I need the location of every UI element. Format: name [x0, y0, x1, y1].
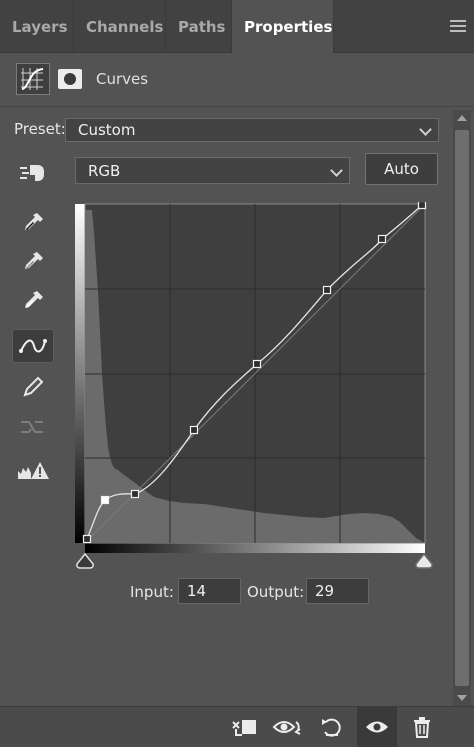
properties-header: Curves [0, 52, 474, 107]
tab-layers[interactable]: Layers [0, 0, 74, 52]
smooth-icon[interactable] [12, 410, 54, 444]
panel-scrollbar[interactable] [453, 110, 471, 706]
layer-mask-icon[interactable] [58, 69, 82, 89]
channel-target-adjust-icon[interactable] [12, 156, 54, 190]
curve-point[interactable] [82, 534, 92, 544]
scroll-thumb[interactable] [455, 130, 469, 686]
curve-point[interactable] [189, 425, 199, 435]
channel-select[interactable]: RGB [75, 157, 350, 184]
selected-curve-point[interactable] [100, 495, 110, 505]
panel-menu-icon[interactable] [450, 20, 466, 35]
tab-channels[interactable]: Channels [74, 0, 166, 52]
input-field[interactable]: 14 [178, 578, 241, 604]
curve-point[interactable] [377, 234, 387, 244]
gray-eyedropper-icon[interactable] [12, 245, 54, 279]
channel-value: RGB [88, 162, 121, 180]
scroll-up-icon[interactable] [457, 115, 467, 121]
panel-footer [0, 706, 474, 747]
curves-graph[interactable] [74, 202, 427, 547]
scroll-down-icon[interactable] [457, 695, 467, 701]
curve-point-icon[interactable] [12, 329, 54, 363]
pencil-icon[interactable] [12, 370, 54, 404]
white-point-slider[interactable] [414, 553, 434, 569]
curve-point[interactable] [417, 202, 427, 210]
adjustment-title: Curves [96, 70, 149, 88]
reset-icon[interactable] [312, 707, 352, 747]
panel-tab-bar: Layers Channels Paths Properties [0, 0, 474, 53]
output-field[interactable]: 29 [306, 578, 369, 604]
tab-properties[interactable]: Properties [232, 0, 334, 53]
black-eyedropper-icon[interactable] [12, 206, 54, 240]
view-previous-state-icon[interactable] [268, 707, 308, 747]
preset-value: Custom [78, 121, 136, 139]
black-point-slider[interactable] [75, 553, 95, 569]
curve-point[interactable] [252, 359, 262, 369]
visibility-eye-icon[interactable] [357, 707, 397, 747]
chevron-down-icon [330, 164, 343, 177]
chevron-down-icon [419, 123, 432, 136]
curve-point[interactable] [130, 489, 140, 499]
input-label: Input: [130, 583, 174, 601]
clipping-warning-icon[interactable] [12, 454, 54, 488]
preset-label: Preset: [14, 120, 66, 138]
output-label: Output: [247, 583, 305, 601]
preset-select[interactable]: Custom [65, 118, 439, 142]
curve-point[interactable] [322, 285, 332, 295]
clip-to-layer-icon[interactable] [224, 707, 264, 747]
curves-adjustment-icon[interactable] [16, 63, 50, 95]
auto-button[interactable]: Auto [365, 153, 438, 185]
delete-icon[interactable] [402, 707, 442, 747]
white-eyedropper-icon[interactable] [12, 284, 54, 318]
tab-paths[interactable]: Paths [166, 0, 232, 52]
